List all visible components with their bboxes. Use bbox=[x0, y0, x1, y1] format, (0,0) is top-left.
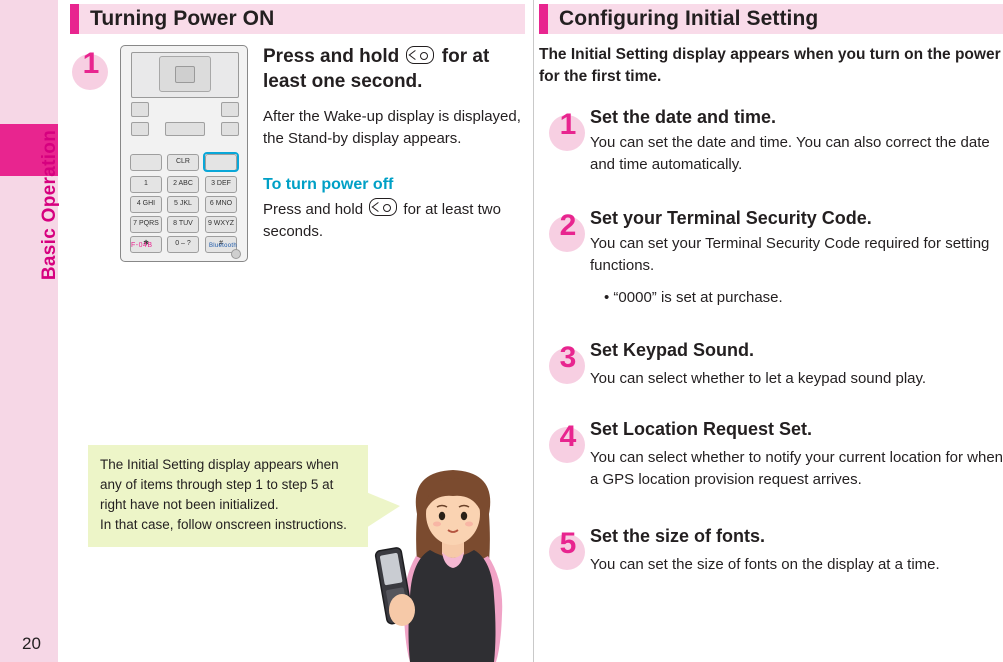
phone-key-8: 8 TUV bbox=[167, 216, 199, 233]
woman-illustration bbox=[374, 470, 503, 662]
right-intro-text: The Initial Setting display appears when… bbox=[539, 46, 1001, 85]
phone-key-4: 4 GHI bbox=[130, 196, 162, 213]
callout-note: The Initial Setting display appears when… bbox=[88, 445, 368, 547]
right-step-number-2: 2 bbox=[545, 206, 591, 252]
right-step-bullet-2: • “0000” is set at purchase. bbox=[604, 289, 783, 306]
phone-function-key-right-icon bbox=[221, 122, 239, 136]
right-step-title-3: Set Keypad Sound. bbox=[590, 340, 755, 360]
left-paragraph-2-part1: Press and hold bbox=[263, 201, 364, 218]
left-heading-part1: Press and hold bbox=[263, 46, 400, 67]
left-paragraph-2: Press and hold for at least two seconds. bbox=[263, 198, 531, 242]
left-paragraph-1: After the Wake-up display is displayed, … bbox=[263, 108, 521, 147]
left-subheading: To turn power off bbox=[263, 176, 394, 193]
right-step-body-4: You can select whether to notify your cu… bbox=[590, 449, 1003, 488]
phone-function-key-left-icon bbox=[131, 122, 149, 136]
step-number-digit: 4 bbox=[559, 420, 577, 453]
right-step-number-4: 4 bbox=[545, 417, 591, 463]
header-accent-bar bbox=[70, 4, 79, 34]
right-step-number-1: 1 bbox=[545, 105, 591, 151]
phone-key-5: 5 JKL bbox=[167, 196, 199, 213]
right-step-title-1: Set the date and time. bbox=[590, 107, 777, 127]
phone-illustration: CLR 1 2 ABC 3 DEF 4 GHI 5 JKL 6 MNO 7 PQ… bbox=[120, 45, 248, 262]
power-key-icon bbox=[369, 198, 398, 216]
step-number-digit: 5 bbox=[559, 527, 577, 560]
right-header-title: Configuring Initial Setting bbox=[559, 7, 819, 30]
left-step-number: 1 bbox=[68, 44, 114, 90]
step-number-digit: 1 bbox=[559, 108, 577, 141]
left-header-title: Turning Power ON bbox=[90, 7, 275, 30]
right-step-number-3: 3 bbox=[545, 338, 591, 384]
power-key-icon bbox=[406, 46, 435, 64]
phone-key-9: 9 WXYZ bbox=[205, 216, 237, 233]
right-step-title-5: Set the size of fonts. bbox=[590, 526, 766, 546]
step-number-digit: 3 bbox=[559, 341, 577, 374]
phone-bluetooth-label: Bluetooth bbox=[208, 243, 237, 249]
phone-mail-key-icon bbox=[131, 102, 149, 117]
phone-key-6: 6 MNO bbox=[205, 196, 237, 213]
right-step-body-5: You can set the size of fonts on the dis… bbox=[590, 556, 940, 573]
phone-key-3: 3 DEF bbox=[205, 176, 237, 193]
right-step-body-2: You can set your Terminal Security Code … bbox=[590, 235, 990, 274]
phone-center-key-icon bbox=[165, 122, 205, 136]
step-number-digit: 2 bbox=[559, 209, 577, 242]
phone-brand-label: F-04B bbox=[131, 242, 153, 249]
page-number: 20 bbox=[22, 634, 41, 653]
power-key-highlight bbox=[203, 152, 239, 172]
phone-key-1: 1 bbox=[130, 176, 162, 193]
header-accent-bar bbox=[539, 4, 548, 34]
phone-imode-key-icon bbox=[221, 102, 239, 117]
right-step-number-5: 5 bbox=[545, 524, 591, 570]
right-step-title-4: Set Location Request Set. bbox=[590, 419, 813, 439]
sidebar-section-label: Basic Operation bbox=[39, 129, 60, 281]
right-step-body-3: You can select whether to let a keypad s… bbox=[590, 370, 927, 387]
right-step-body-1: You can set the date and time. You can a… bbox=[590, 134, 990, 173]
left-column-header: Turning Power ON bbox=[70, 4, 525, 34]
left-step-heading: Press and hold for at least one second. bbox=[263, 44, 527, 94]
right-step-title-2: Set your Terminal Security Code. bbox=[590, 208, 872, 228]
callout-note-text: The Initial Setting display appears when… bbox=[100, 457, 347, 532]
phone-call-key bbox=[130, 154, 162, 171]
phone-dpad-icon bbox=[159, 56, 211, 92]
phone-key-2: 2 ABC bbox=[167, 176, 199, 193]
phone-key-7: 7 PQRS bbox=[130, 216, 162, 233]
phone-key-0: 0 – ? bbox=[167, 236, 199, 253]
right-column-header: Configuring Initial Setting bbox=[539, 4, 1003, 34]
phone-clear-key: CLR bbox=[167, 154, 199, 171]
step-number-digit: 1 bbox=[82, 47, 100, 80]
phone-hinge-icon bbox=[231, 249, 241, 259]
